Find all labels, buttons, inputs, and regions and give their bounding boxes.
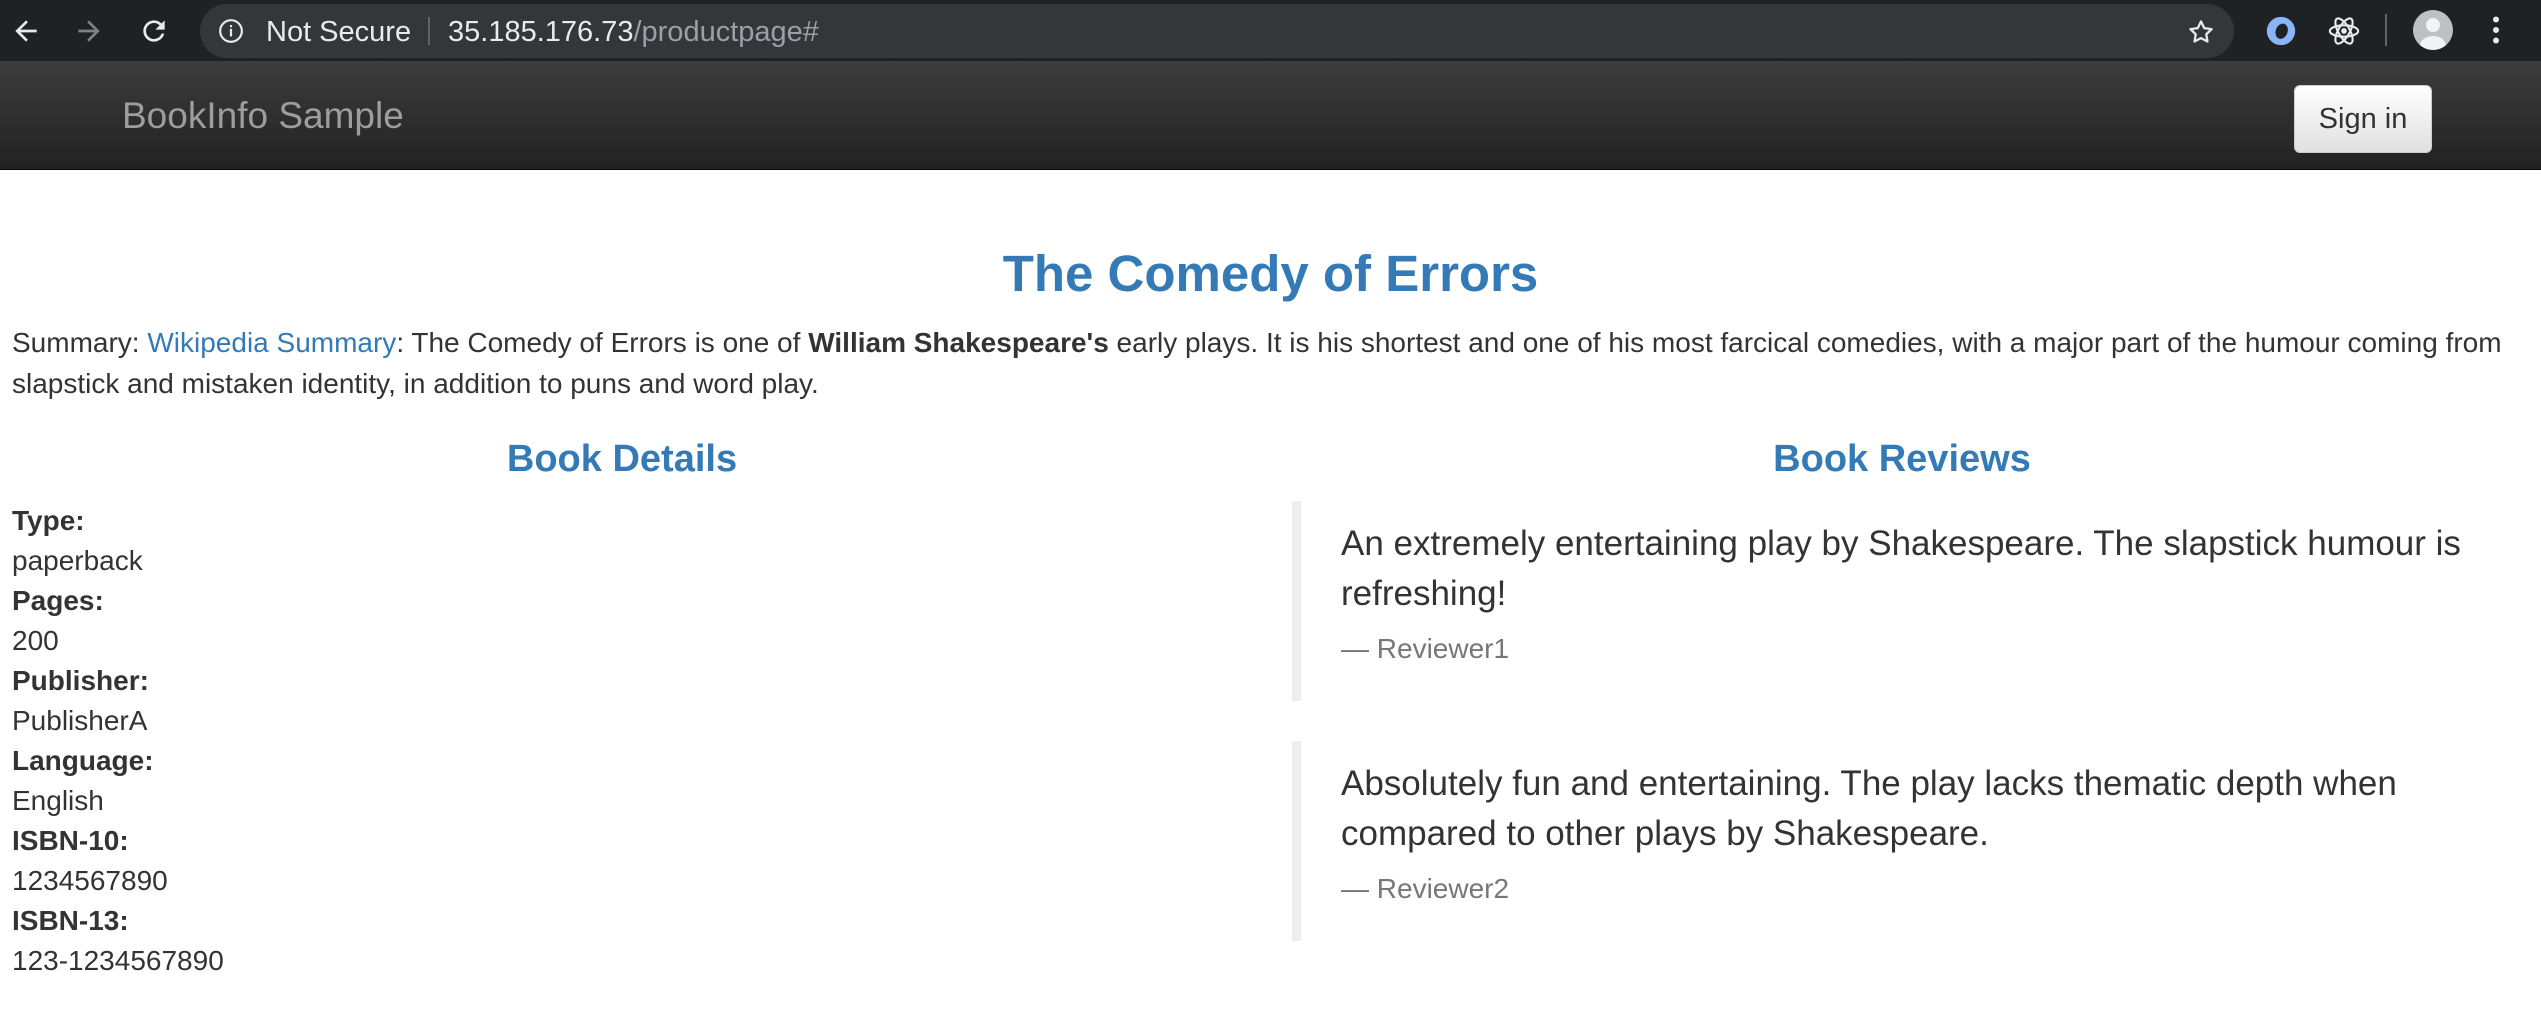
reload-icon (143, 20, 165, 42)
detail-value-isbn13: 123-1234567890 (12, 945, 224, 976)
back-arrow-icon (15, 20, 37, 42)
book-details-list: Type: paperback Pages: 200 Publisher: Pu… (12, 501, 1212, 981)
detail-value-language: English (12, 785, 104, 816)
person-icon (2420, 18, 2446, 50)
book-reviews-heading: Book Reviews (1773, 438, 2031, 480)
security-status-label[interactable]: Not Secure (266, 16, 411, 49)
detail-label-type: Type: (12, 505, 85, 536)
detail-value-pages: 200 (12, 625, 59, 656)
extension-ring-icon[interactable] (2264, 14, 2298, 48)
reload-button[interactable] (131, 8, 177, 54)
url-text[interactable]: 35.185.176.73/productpage# (448, 16, 819, 49)
toolbar-divider (2385, 14, 2387, 46)
profile-avatar[interactable] (2413, 10, 2453, 50)
detail-value-type: paperback (12, 545, 143, 576)
back-button[interactable] (3, 8, 49, 54)
forward-arrow-icon (78, 20, 100, 42)
review-item: An extremely entertaining play by Shakes… (1292, 501, 2522, 701)
brand-link[interactable]: BookInfo Sample (122, 95, 404, 137)
review-item: Absolutely fun and entertaining. The pla… (1292, 741, 2522, 941)
book-summary: Summary: Wikipedia Summary: The Comedy o… (12, 322, 2512, 404)
more-vert-icon[interactable] (2478, 12, 2514, 48)
url-path: /productpage# (633, 16, 819, 48)
bookmark-star-icon[interactable] (2186, 17, 2216, 47)
app-navbar: BookInfo Sample Sign in (0, 61, 2541, 170)
detail-value-publisher: PublisherA (12, 705, 148, 736)
review-text: Absolutely fun and entertaining. The pla… (1341, 764, 2397, 853)
summary-prefix: Summary: (12, 327, 148, 358)
book-title: The Comedy of Errors (1002, 245, 1539, 302)
reviewer-name: — Reviewer2 (1341, 873, 1510, 904)
book-details-heading: Book Details (506, 438, 738, 480)
summary-text-1: : The Comedy of Errors is one of (396, 327, 809, 358)
detail-label-pages: Pages: (12, 585, 104, 616)
review-text: An extremely entertaining play by Shakes… (1341, 524, 2461, 613)
detail-label-language: Language: (12, 745, 154, 776)
detail-label-isbn13: ISBN-13: (12, 905, 129, 936)
detail-label-isbn10: ISBN-10: (12, 825, 129, 856)
wikipedia-summary-link[interactable]: Wikipedia Summary (147, 327, 396, 358)
url-host: 35.185.176.73 (448, 16, 634, 48)
sign-in-button[interactable]: Sign in (2294, 85, 2432, 153)
detail-value-isbn10: 1234567890 (12, 865, 168, 896)
react-devtools-icon[interactable] (2327, 14, 2361, 48)
summary-author: William Shakespeare's (808, 327, 1109, 358)
forward-button[interactable] (66, 8, 112, 54)
address-bar[interactable]: Not Secure 35.185.176.73/productpage# (200, 4, 2234, 58)
detail-label-publisher: Publisher: (12, 665, 149, 696)
info-icon[interactable] (218, 18, 244, 44)
reviewer-name: — Reviewer1 (1341, 633, 1510, 664)
omnibox-divider (428, 17, 430, 45)
browser-toolbar: Not Secure 35.185.176.73/productpage# (0, 0, 2541, 61)
